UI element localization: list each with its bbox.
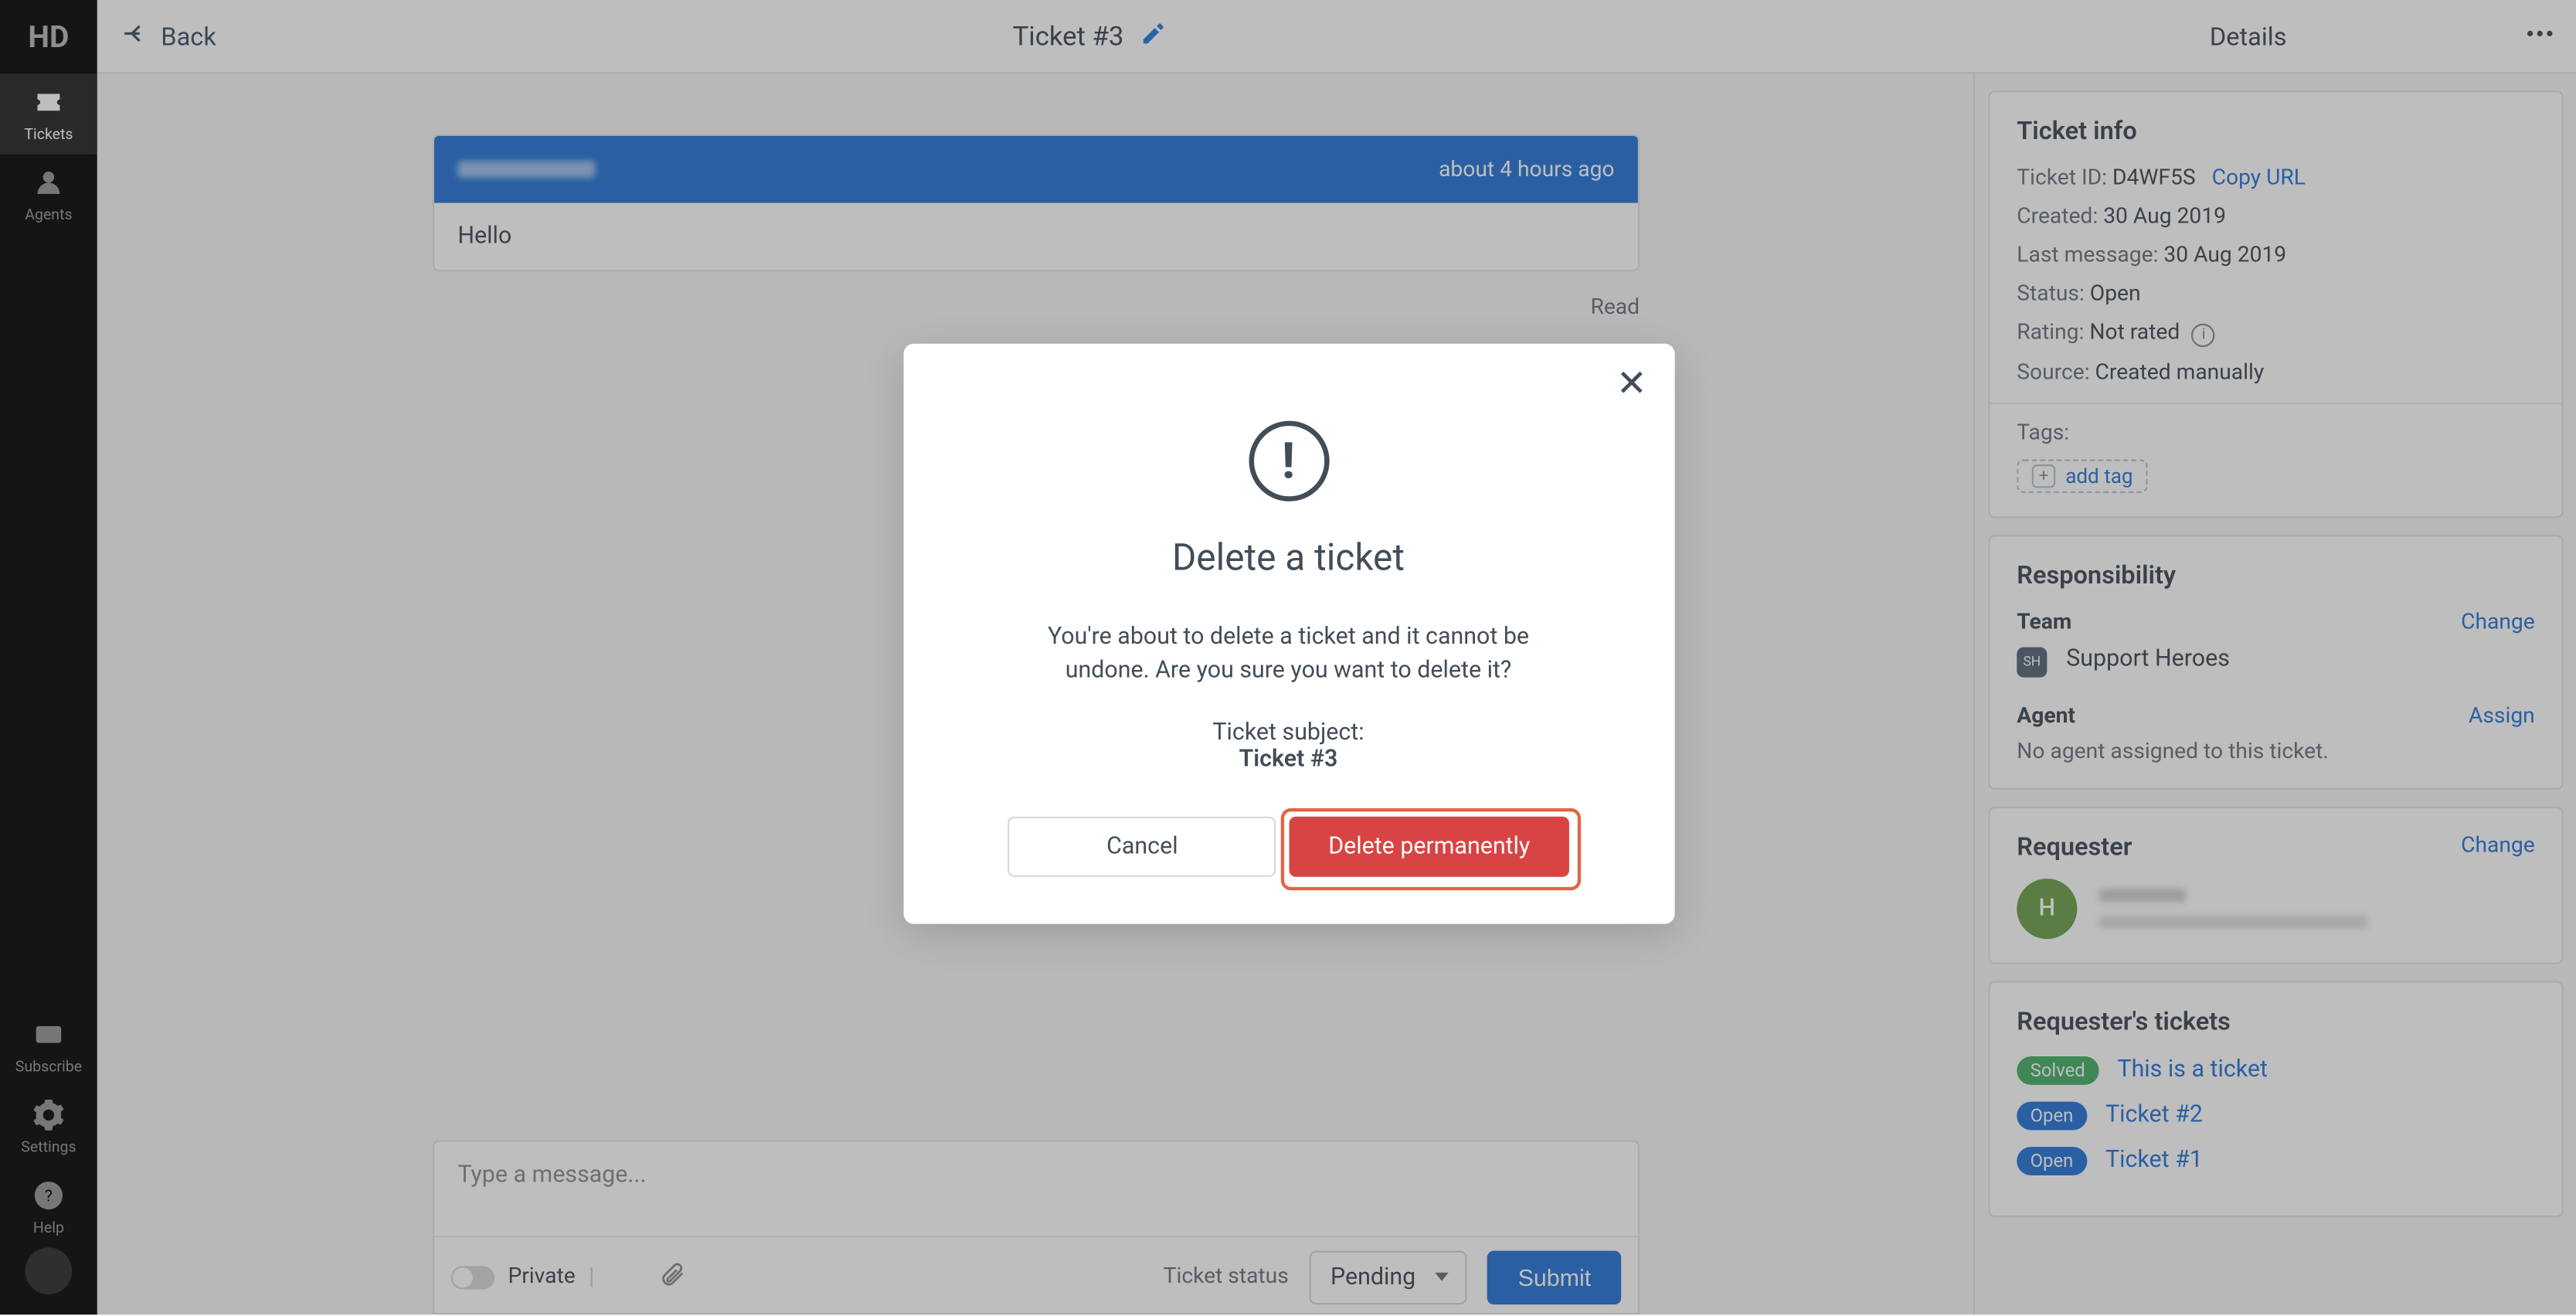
modal-wrap: ✕ ! Delete a ticket You're about to dele… (0, 0, 2576, 1314)
cancel-button[interactable]: Cancel (1008, 816, 1276, 876)
modal-description: You're about to delete a ticket and it c… (1004, 621, 1574, 689)
close-icon[interactable]: ✕ (1616, 367, 1647, 404)
warning-icon: ! (1248, 421, 1328, 502)
delete-ticket-modal: ✕ ! Delete a ticket You're about to dele… (902, 344, 1674, 923)
modal-title: Delete a ticket (1172, 539, 1405, 580)
modal-buttons: Cancel Delete permanently (1008, 816, 1568, 876)
modal-subject: Ticket subject: Ticket #3 (1212, 719, 1364, 772)
delete-permanently-button[interactable]: Delete permanently (1290, 816, 1568, 876)
